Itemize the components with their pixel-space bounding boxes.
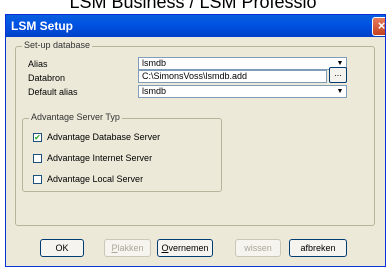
databron-value: C:\SimonsVoss\lsmdb.add xyxy=(142,71,248,81)
option-label: Advantage Internet Server xyxy=(47,153,153,163)
browse-button[interactable]: ... xyxy=(329,67,347,83)
ok-button[interactable]: OK xyxy=(40,239,84,257)
setup-dialog: LSM Setup × Set-up database Alias lsmdb … xyxy=(5,14,386,267)
window-title: LSM Setup xyxy=(11,19,73,33)
checkbox-checked-icon[interactable]: ✔ xyxy=(33,133,42,142)
default-alias-select[interactable]: lsmdb ▼ xyxy=(138,85,347,98)
close-button[interactable]: × xyxy=(372,17,385,36)
chevron-down-icon[interactable]: ▼ xyxy=(334,86,346,97)
title-bar[interactable]: LSM Setup xyxy=(6,15,385,37)
alias-select[interactable]: lsmdb ▼ xyxy=(138,57,347,70)
databron-field[interactable]: C:\SimonsVoss\lsmdb.add xyxy=(138,70,327,83)
option-label: Advantage Database Server xyxy=(47,132,161,142)
checkbox-unchecked-icon[interactable] xyxy=(33,154,42,163)
databron-label: Databron xyxy=(28,73,66,83)
alias-label: Alias xyxy=(28,59,48,69)
server-type-group-label: Advantage Server Typ xyxy=(29,112,122,122)
default-alias-value: lsmdb xyxy=(142,86,167,96)
default-alias-label: Default alias xyxy=(28,87,78,97)
plakken-button[interactable]: Plakken xyxy=(104,239,151,257)
option-label: Advantage Local Server xyxy=(47,174,144,184)
afbreken-button[interactable]: afbreken xyxy=(289,239,347,257)
server-type-group: Advantage Server Typ ✔ Advantage Databas… xyxy=(22,112,222,192)
overnemen-button[interactable]: Overnemen xyxy=(157,239,213,257)
page-caption: LSM Business / LSM Professio xyxy=(69,0,317,12)
checkbox-unchecked-icon[interactable] xyxy=(33,175,42,184)
alias-value: lsmdb xyxy=(142,58,167,68)
setup-database-group-label: Set-up database xyxy=(22,40,93,50)
wissen-button[interactable]: wissen xyxy=(235,239,281,257)
